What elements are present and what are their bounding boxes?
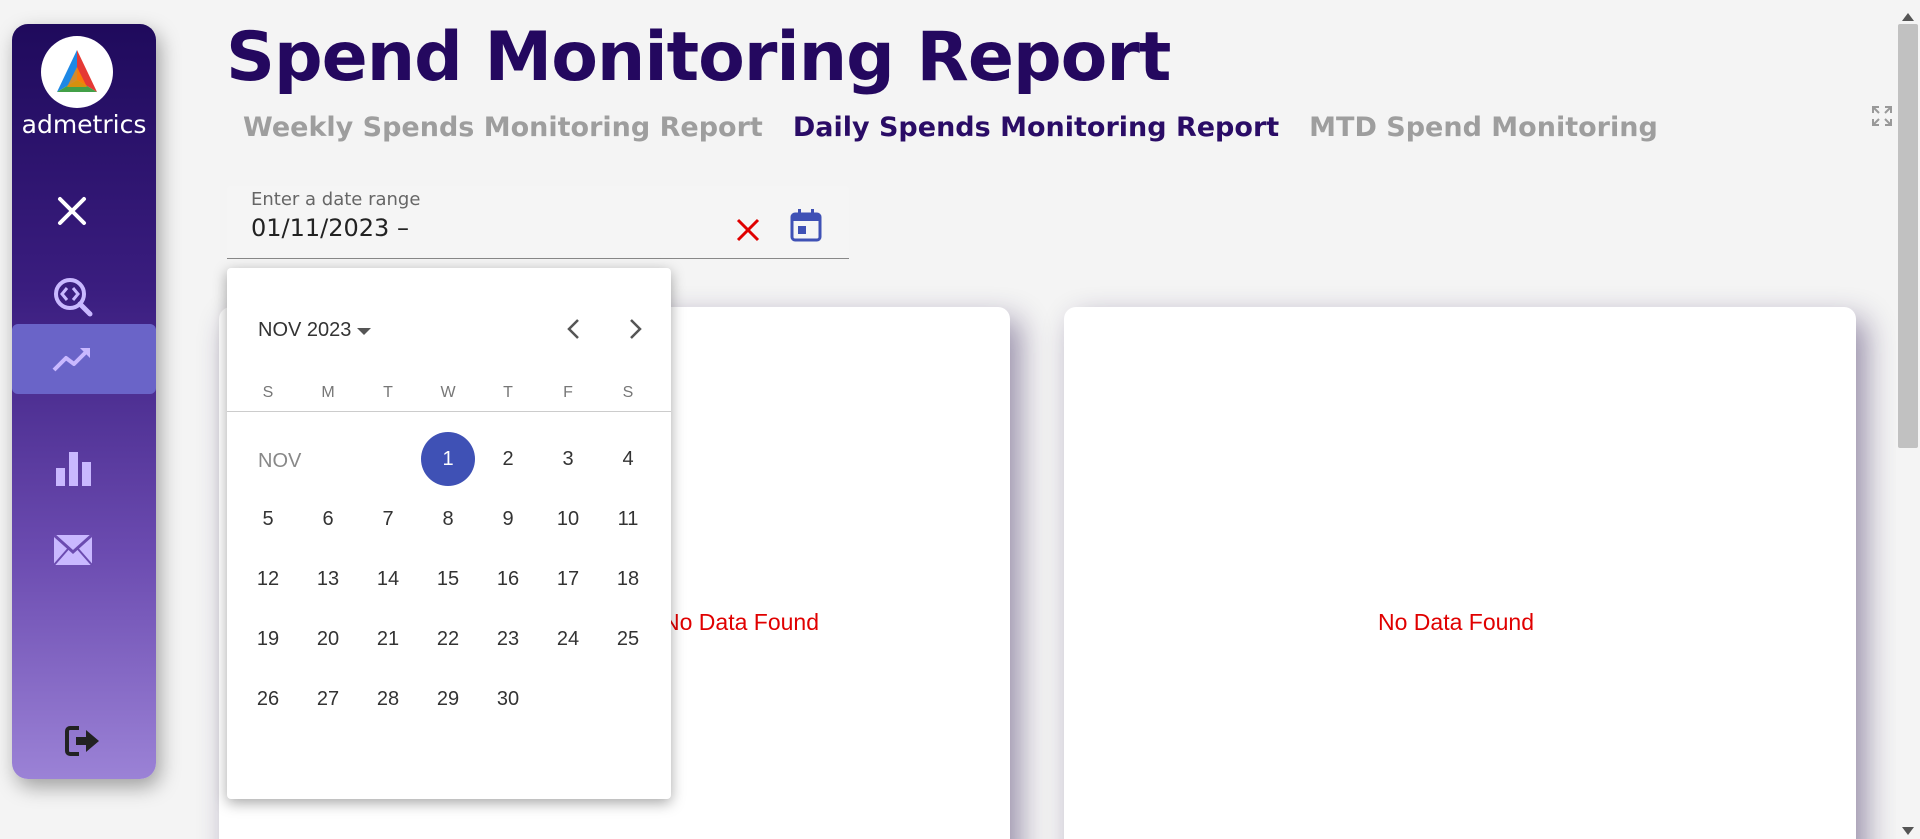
weekday-label: F — [563, 384, 573, 401]
calendar-day[interactable]: 23 — [481, 612, 535, 666]
sidebar: admetrics — [12, 24, 156, 779]
calendar-day[interactable]: 1 — [421, 432, 475, 486]
calendar-day[interactable]: 18 — [601, 552, 655, 606]
calendar-day[interactable]: 25 — [601, 612, 655, 666]
calendar-day[interactable]: 5 — [241, 492, 295, 546]
calendar-day[interactable]: 11 — [601, 492, 655, 546]
calendar-day[interactable]: 21 — [361, 612, 415, 666]
tab-weekly-spends[interactable]: Weekly Spends Monitoring Report — [243, 112, 763, 143]
calendar-day[interactable]: 7 — [361, 492, 415, 546]
calendar-day[interactable]: 2 — [481, 432, 535, 486]
calendar-day[interactable]: 15 — [421, 552, 475, 606]
brand-name: admetrics — [21, 110, 147, 139]
calendar-day[interactable]: 28 — [361, 672, 415, 726]
weekday-label: S — [262, 384, 274, 401]
logo — [41, 36, 113, 108]
report-tabs: Weekly Spends Monitoring Report Daily Sp… — [243, 112, 1658, 143]
chevron-left-icon — [567, 319, 579, 339]
month-year-selector[interactable]: NOV 2023 — [258, 319, 372, 342]
tab-mtd-spend[interactable]: MTD Spend Monitoring — [1309, 112, 1658, 143]
weekday-label: T — [383, 384, 393, 401]
bar-chart-icon[interactable] — [54, 448, 92, 488]
calendar-day[interactable]: 12 — [241, 552, 295, 606]
no-data-message: No Data Found — [1378, 609, 1534, 635]
calendar-day[interactable]: 30 — [481, 672, 535, 726]
scrollbar-thumb[interactable] — [1898, 24, 1918, 448]
calendar-day[interactable]: 3 — [541, 432, 595, 486]
close-icon[interactable] — [55, 194, 89, 228]
mail-icon[interactable] — [53, 534, 93, 566]
clear-icon[interactable] — [734, 216, 762, 248]
scroll-up-arrow-icon[interactable] — [1902, 6, 1914, 25]
fullscreen-icon[interactable] — [1871, 105, 1893, 131]
page-title: Spend Monitoring Report — [226, 18, 1171, 97]
date-picker-popup: NOV 2023 S M T W T F S NOV 1 2 3 4 5 6 7 8 9 10 11… — [227, 268, 671, 799]
calendar-day[interactable]: 19 — [241, 612, 295, 666]
weekday-label: S — [622, 384, 634, 401]
logout-icon[interactable] — [65, 725, 101, 757]
previous-month-button[interactable] — [561, 316, 587, 346]
caret-down-icon — [357, 327, 372, 335]
calendar-day[interactable]: 17 — [541, 552, 595, 606]
month-row-label: NOV — [258, 450, 302, 472]
weekday-label: T — [503, 384, 513, 401]
logo-icon — [57, 50, 97, 92]
calendar-day[interactable]: 6 — [301, 492, 355, 546]
calendar-day[interactable]: 13 — [301, 552, 355, 606]
weekday-header: S M T W T F S — [227, 384, 671, 412]
date-range-field: Enter a date range — [227, 186, 849, 259]
calendar-day[interactable]: 4 — [601, 432, 655, 486]
weekday-label: M — [321, 384, 335, 401]
date-range-label: Enter a date range — [251, 189, 421, 210]
next-month-button[interactable] — [622, 316, 648, 346]
weekday-label: W — [440, 384, 456, 401]
scroll-down-arrow-icon[interactable] — [1902, 820, 1914, 839]
tab-daily-spends[interactable]: Daily Spends Monitoring Report — [793, 112, 1279, 143]
calendar-icon[interactable] — [789, 208, 823, 246]
no-data-message: No Data Found — [663, 609, 819, 635]
page: admetrics Spend Monitoring Report Weekly… — [0, 0, 1920, 839]
chart-panel-right: No Data Found — [1064, 307, 1856, 839]
calendar-day[interactable]: 16 — [481, 552, 535, 606]
calendar-day[interactable]: 24 — [541, 612, 595, 666]
calendar-day[interactable]: 10 — [541, 492, 595, 546]
calendar-day[interactable]: 26 — [241, 672, 295, 726]
code-search-icon[interactable] — [52, 276, 94, 318]
calendar-day[interactable]: 14 — [361, 552, 415, 606]
calendar-day[interactable]: 29 — [421, 672, 475, 726]
calendar-day[interactable]: 8 — [421, 492, 475, 546]
calendar-day[interactable]: 27 — [301, 672, 355, 726]
trending-up-icon[interactable] — [52, 344, 92, 374]
calendar-day[interactable]: 20 — [301, 612, 355, 666]
date-range-input[interactable] — [251, 214, 711, 242]
calendar-day[interactable]: 9 — [481, 492, 535, 546]
calendar-day[interactable]: 22 — [421, 612, 475, 666]
month-year-label: NOV 2023 — [258, 319, 352, 341]
chevron-right-icon — [630, 319, 642, 339]
